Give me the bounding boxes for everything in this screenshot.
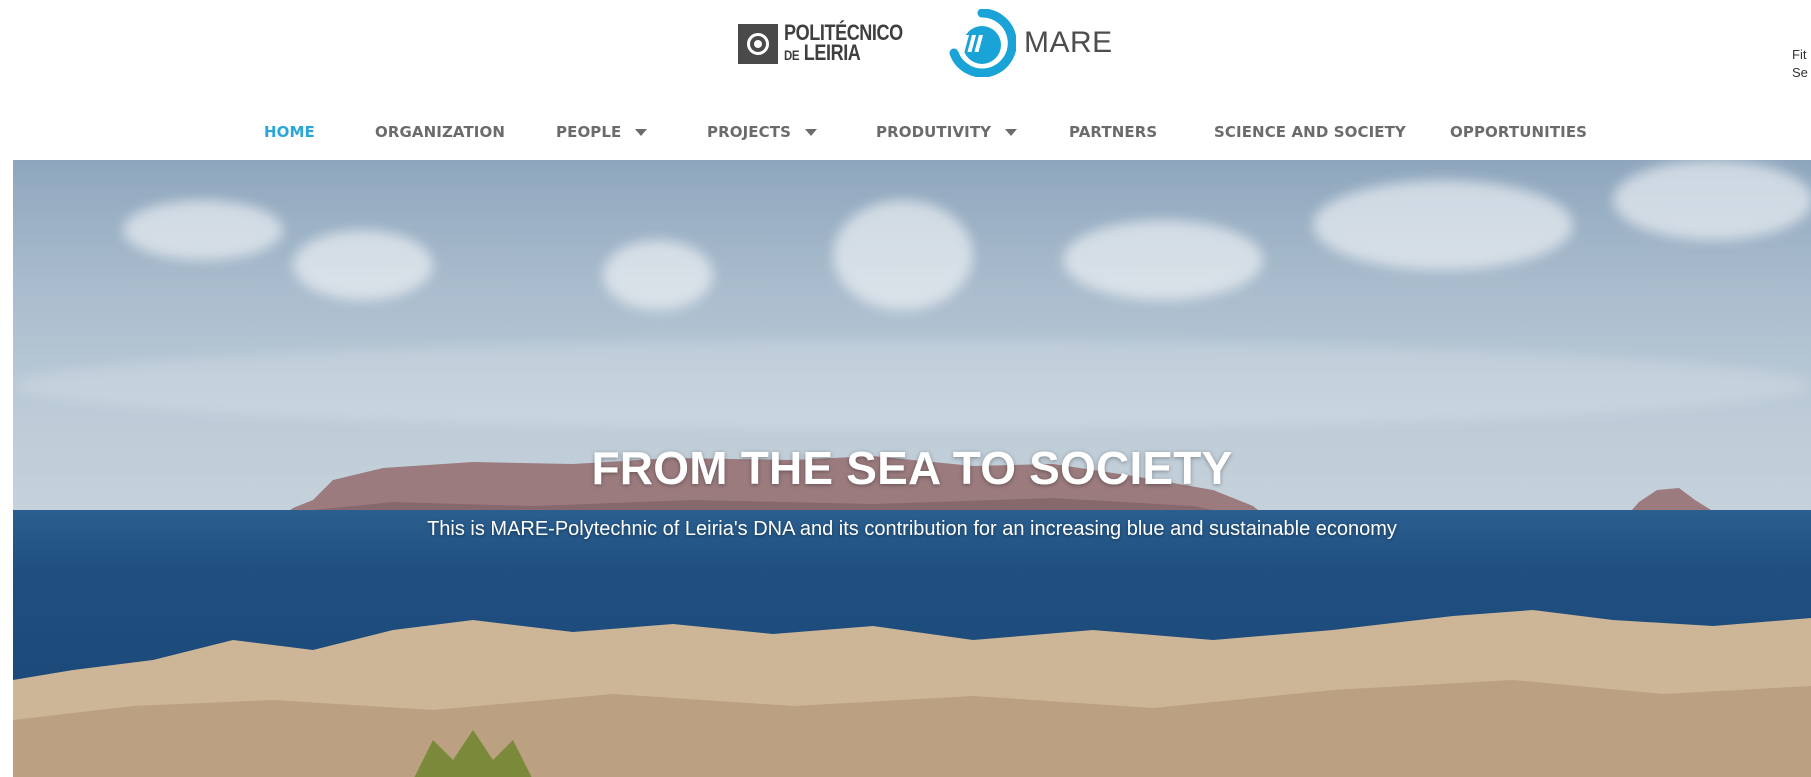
nav-item-opportunities[interactable]: OPPORTUNITIES <box>1450 112 1587 152</box>
hero-title: FROM THE SEA TO SOCIETY <box>591 441 1233 494</box>
caret-down-icon <box>804 129 817 136</box>
nav-item-label: PROJECTS <box>707 123 791 141</box>
nav-item-label: PRODUTIVITY <box>876 123 992 141</box>
nav-item-organization[interactable]: ORGANIZATION <box>375 112 505 152</box>
politecnico-logo-line2: DE LEIRIA <box>784 40 861 65</box>
nav-item-label: SCIENCE AND SOCIETY <box>1214 123 1406 141</box>
foreground-rocks <box>13 610 1811 777</box>
nav-item-people[interactable]: PEOPLE <box>556 112 648 152</box>
politecnico-logo-icon <box>738 24 778 64</box>
main-nav: HOME ORGANIZATION PEOPLE PROJECTS PRODUT… <box>0 112 1811 152</box>
side-text-line1: Fit <box>1792 47 1807 62</box>
politecnico-leiria-logo[interactable]: POLITÉCNICO DE LEIRIA <box>738 20 929 68</box>
mare-logo[interactable]: MARE <box>948 8 1113 78</box>
nav-item-projects[interactable]: PROJECTS <box>707 112 817 152</box>
side-text-line2: Se <box>1792 65 1808 80</box>
site-header: POLITÉCNICO DE LEIRIA MARE Fit Se HOME O… <box>0 0 1811 160</box>
nav-item-label: OPPORTUNITIES <box>1450 123 1588 141</box>
nav-item-label: ORGANIZATION <box>375 123 505 141</box>
caret-down-icon <box>1005 129 1018 136</box>
nav-item-label: PARTNERS <box>1069 123 1158 141</box>
hero-banner: FROM THE SEA TO SOCIETY This is MARE-Pol… <box>13 160 1811 777</box>
side-text: Fit Se <box>1792 46 1808 82</box>
nav-item-produtivity[interactable]: PRODUTIVITY <box>876 112 1018 152</box>
caret-down-icon <box>635 129 648 136</box>
nav-item-home[interactable]: HOME <box>264 112 315 152</box>
nav-item-label: HOME <box>264 123 315 141</box>
nav-item-science-and-society[interactable]: SCIENCE AND SOCIETY <box>1214 112 1406 152</box>
nav-item-label: PEOPLE <box>556 123 622 141</box>
politecnico-logo-text: POLITÉCNICO DE LEIRIA <box>784 22 929 65</box>
hero-subtitle: This is MARE-Polytechnic of Leiria's DNA… <box>427 518 1397 540</box>
nav-item-partners[interactable]: PARTNERS <box>1069 112 1157 152</box>
mare-logo-icon <box>949 9 1016 77</box>
mare-logo-text: MARE <box>1024 26 1113 59</box>
